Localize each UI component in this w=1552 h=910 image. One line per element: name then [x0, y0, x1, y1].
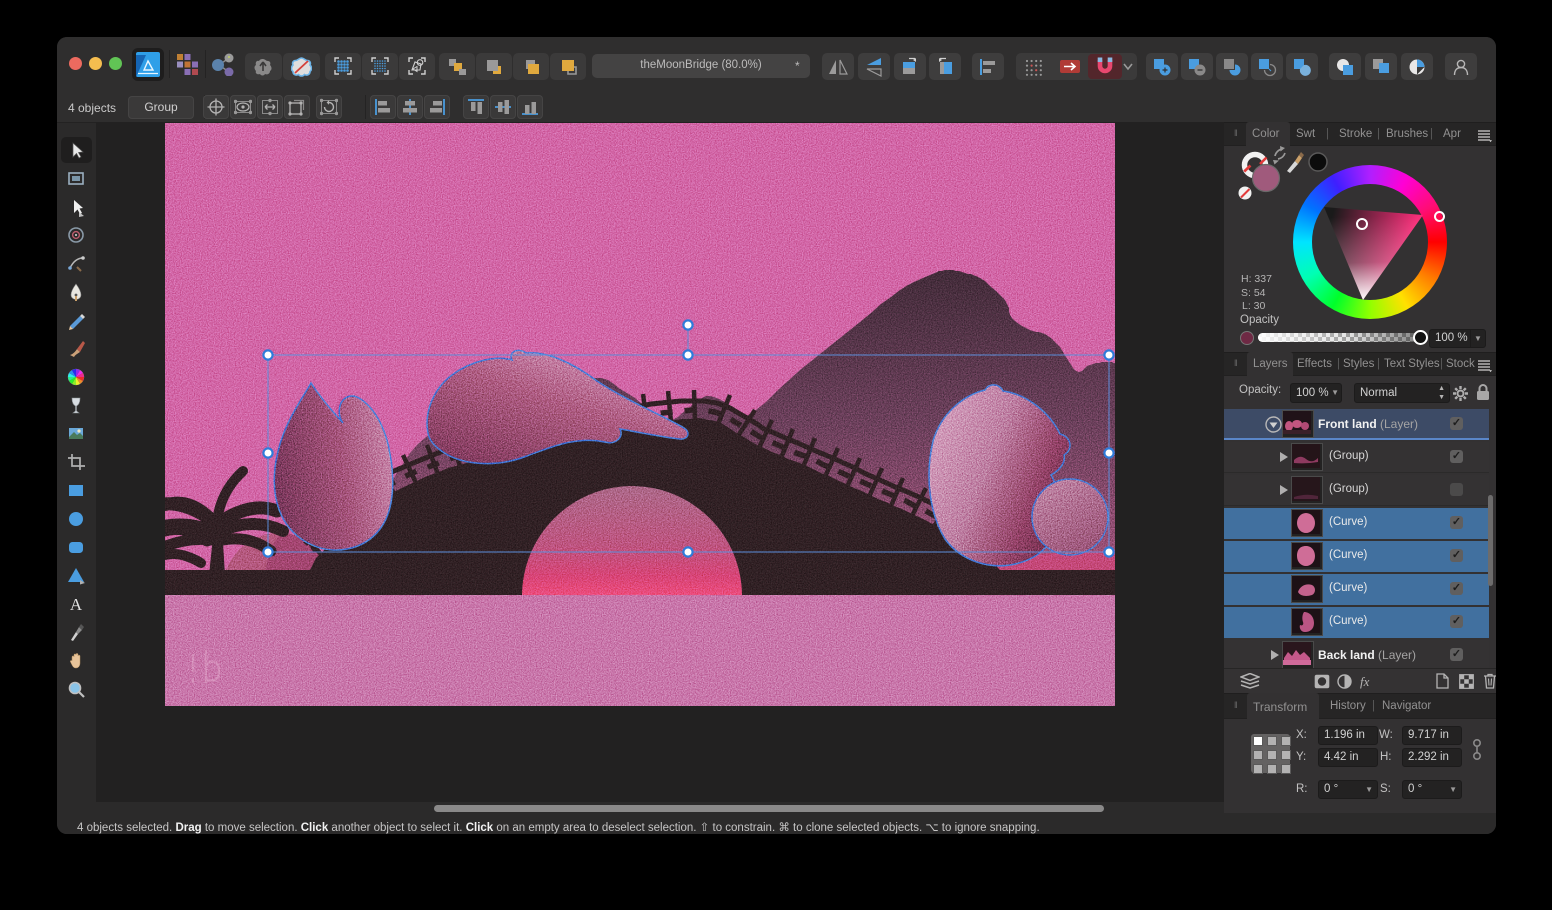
svg-text:A: A [70, 595, 83, 614]
